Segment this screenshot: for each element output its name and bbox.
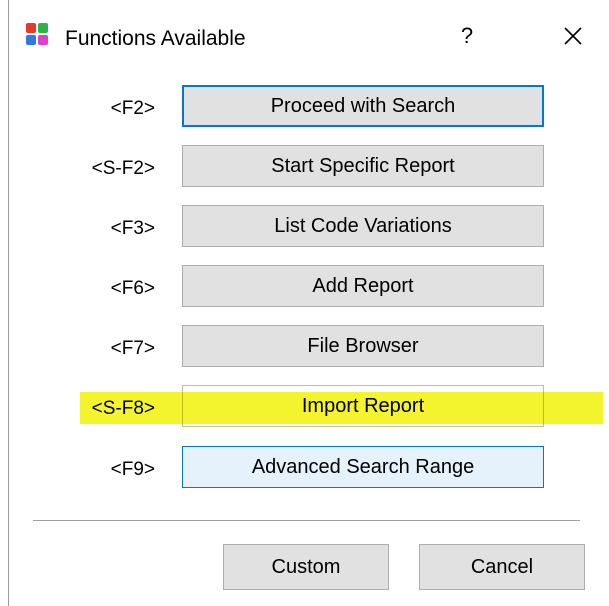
add-report-button[interactable]: Add Report xyxy=(182,265,544,307)
start-specific-report-button[interactable]: Start Specific Report xyxy=(182,145,544,187)
cancel-button[interactable]: Cancel xyxy=(419,544,585,590)
close-button[interactable] xyxy=(553,16,593,56)
shortcut-label-f2: <F2> xyxy=(110,98,155,119)
divider-shadow xyxy=(33,521,580,522)
file-browser-button[interactable]: File Browser xyxy=(182,325,544,367)
shortcut-label-f6: <F6> xyxy=(110,278,155,299)
shortcut-label-f9: <F9> xyxy=(110,459,155,480)
title-bar[interactable]: Functions Available ? xyxy=(9,0,609,82)
import-report-button[interactable]: Import Report xyxy=(182,385,544,427)
close-icon xyxy=(564,27,582,45)
shortcut-label-f7: <F7> xyxy=(110,338,155,359)
custom-button[interactable]: Custom xyxy=(223,544,389,590)
colored-squares-icon xyxy=(26,23,48,45)
shortcut-label-s-f8: <S-F8> xyxy=(91,398,155,419)
dialog-title: Functions Available xyxy=(65,27,246,50)
functions-dialog: Functions Available ? <F2> Proceed with … xyxy=(0,0,609,606)
list-code-variations-button[interactable]: List Code Variations xyxy=(182,205,544,247)
shortcut-label-s-f2: <S-F2> xyxy=(91,158,155,179)
window-border xyxy=(8,0,9,606)
shortcut-label-f3: <F3> xyxy=(110,218,155,239)
help-button[interactable]: ? xyxy=(447,16,487,56)
proceed-with-search-button[interactable]: Proceed with Search xyxy=(182,85,544,127)
advanced-search-range-button[interactable]: Advanced Search Range xyxy=(182,446,544,488)
